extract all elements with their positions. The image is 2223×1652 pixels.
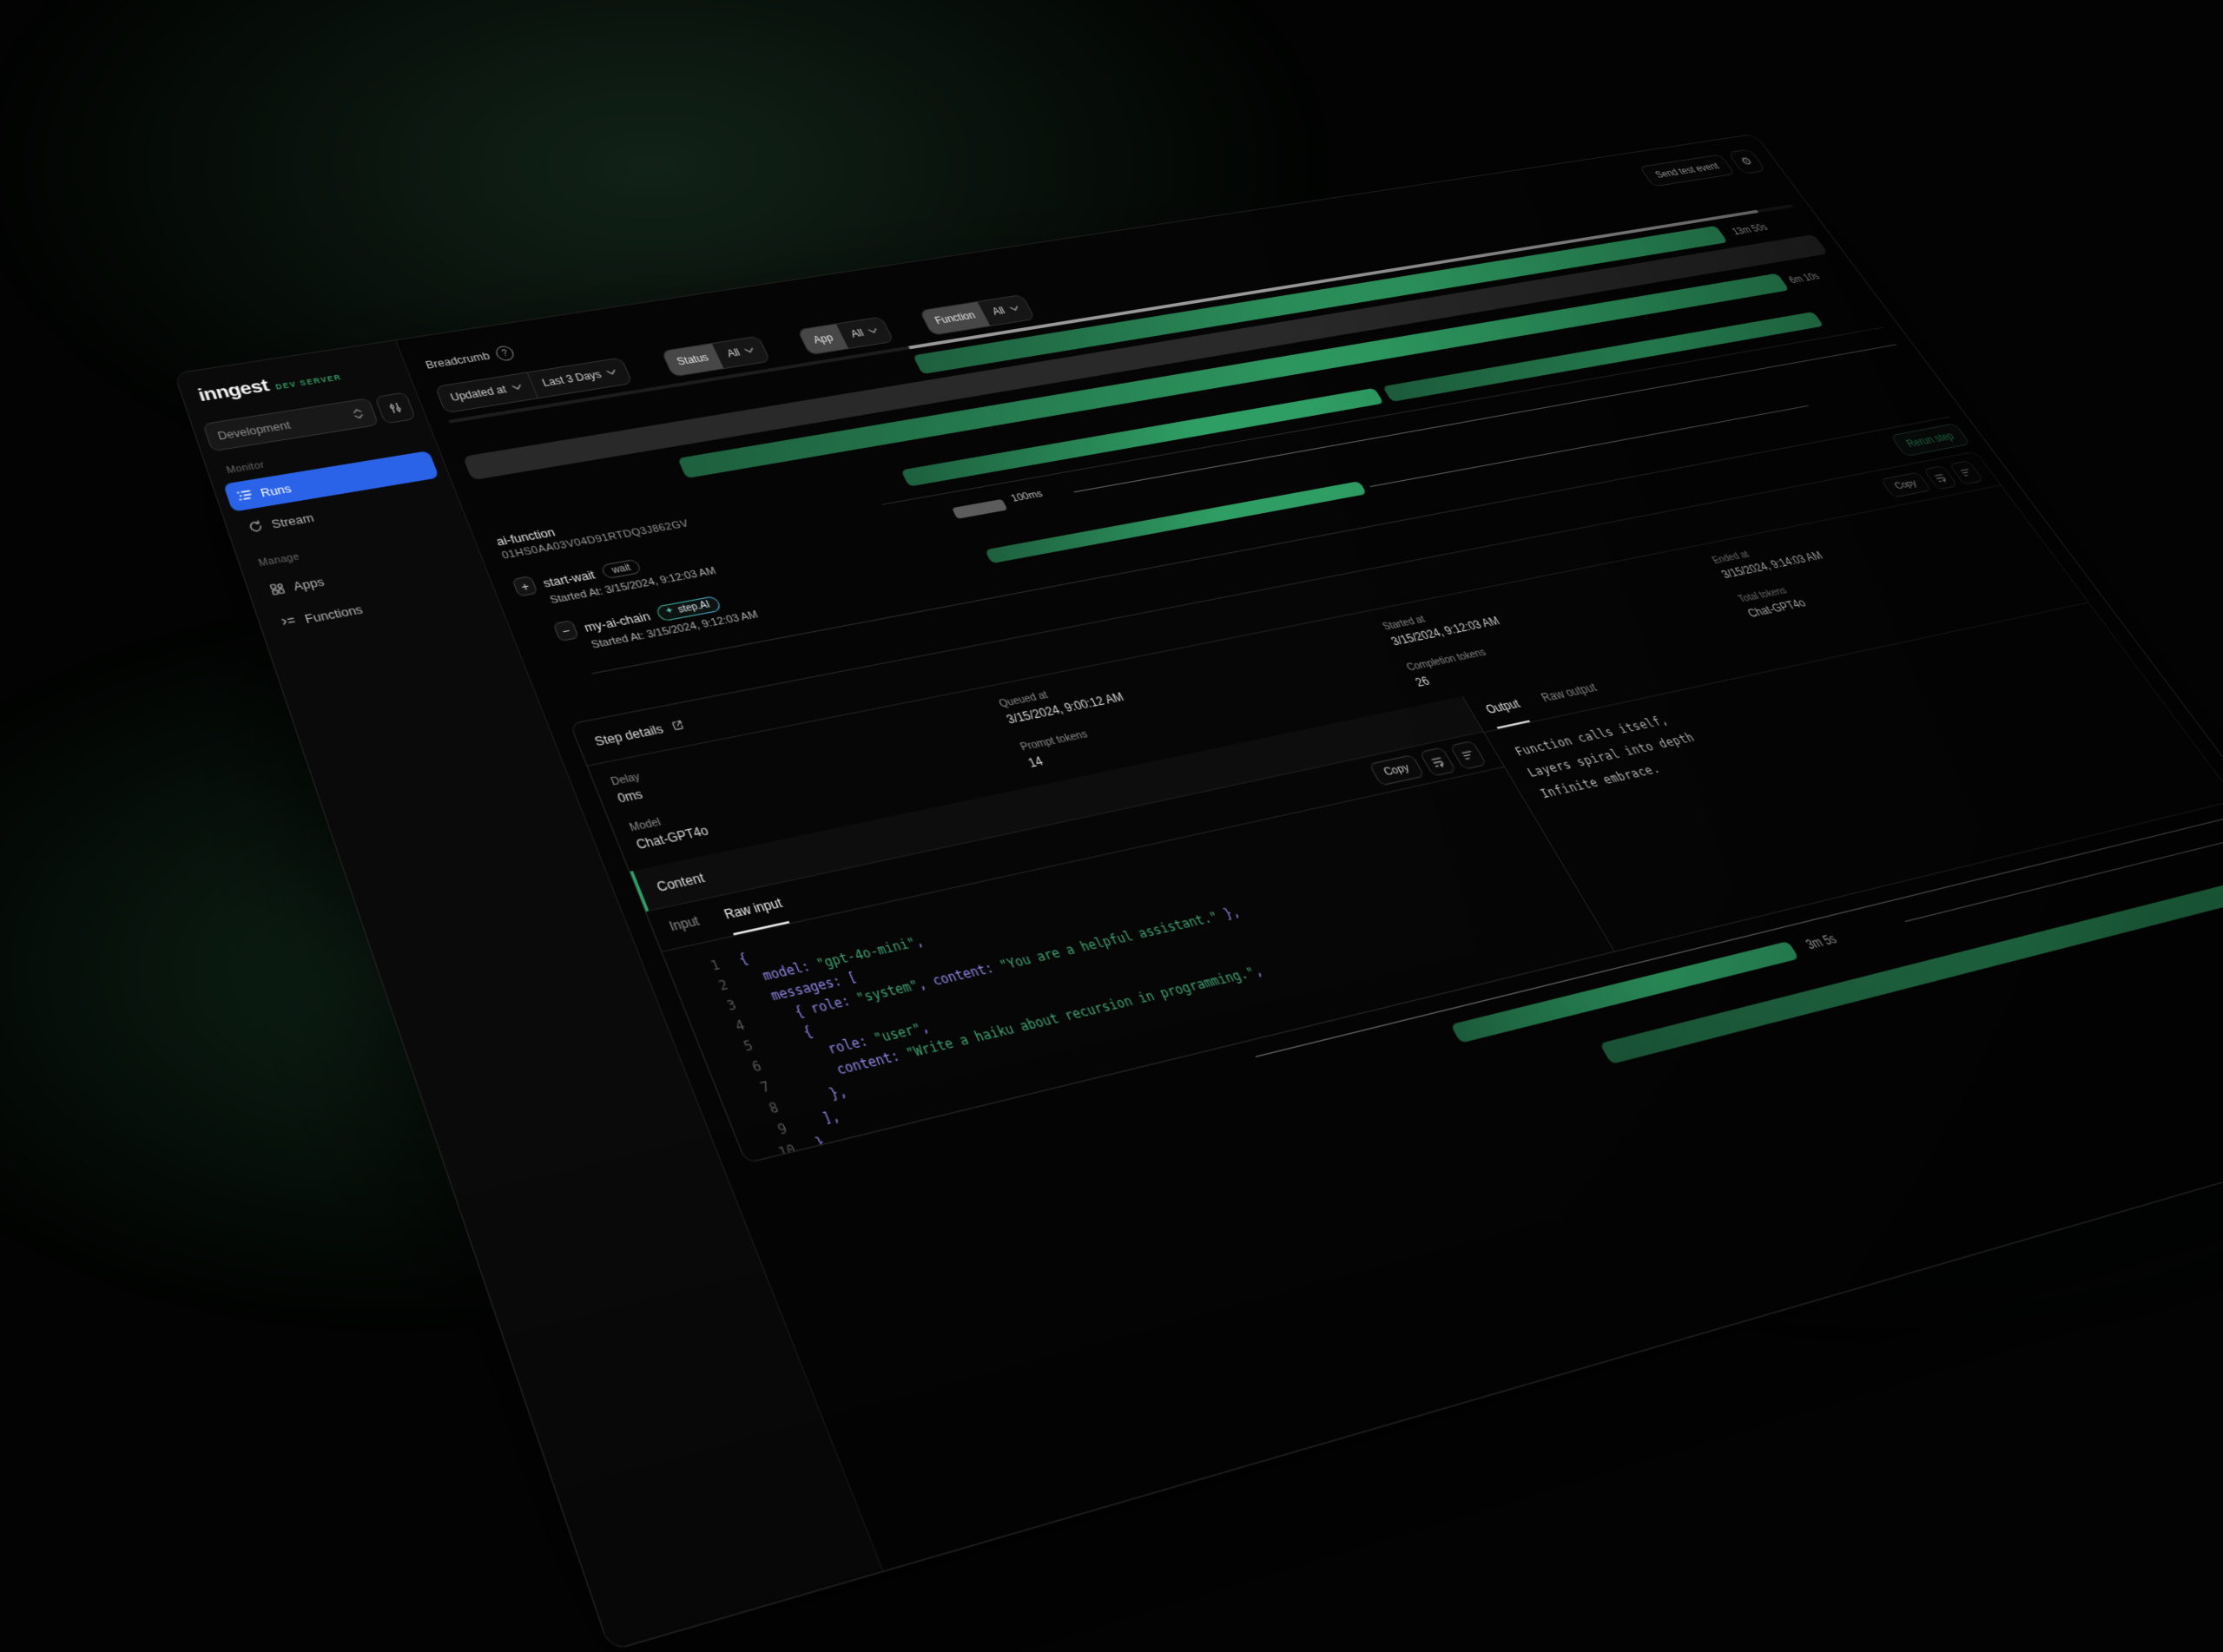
wrap-text-icon [1428, 754, 1447, 769]
function-filter-value: All [990, 305, 1006, 317]
apps-grid-icon [268, 582, 287, 596]
step-name: start-wait [541, 567, 597, 589]
bottom-step-duration-label: 3m 5s [1803, 931, 1839, 952]
wrap-input-button[interactable] [1419, 747, 1457, 776]
send-test-event-button[interactable]: Send test event [1639, 155, 1736, 188]
step-ai-badge-label: step.AI [676, 599, 712, 615]
wait-duration-bar[interactable] [952, 499, 1008, 519]
breadcrumb-label: Breadcrumb [424, 350, 491, 371]
breadcrumb: Breadcrumb ? [423, 345, 516, 372]
tab-output[interactable]: Output [1477, 687, 1530, 729]
sidebar-item-functions-label: Functions [302, 602, 364, 625]
stream-refresh-icon [247, 519, 265, 534]
chevron-down-icon [867, 328, 879, 334]
runs-icon [235, 488, 254, 503]
updated-at-label: Updated at [449, 384, 508, 404]
app-filter-value: All [848, 327, 866, 340]
align-left-icon [1958, 466, 1976, 478]
gear-icon: ⚙ [1738, 155, 1756, 168]
app-window-scene: inngest DEV SERVER Development [174, 134, 2223, 1649]
run-duration-label-1: 13m 50s [1730, 222, 1770, 237]
chevron-down-icon [511, 385, 523, 391]
sidebar-filter-button[interactable] [374, 392, 416, 424]
tab-input[interactable]: Input [663, 902, 707, 947]
content-label: Content [654, 870, 707, 895]
run-duration-label-2: 6m 10s [1786, 271, 1822, 286]
wait-duration-label: 100ms [1009, 489, 1045, 504]
chevron-down-icon [744, 347, 755, 353]
step-details-title: Step details [592, 721, 665, 749]
expand-step-button[interactable]: + [511, 576, 538, 596]
collapse-step-button[interactable]: − [552, 620, 579, 642]
chevron-down-icon [1009, 306, 1019, 312]
status-filter-value: All [725, 346, 742, 359]
chevron-down-icon [606, 369, 617, 375]
functions-list-icon [280, 614, 299, 629]
sidebar-item-stream-label: Stream [269, 510, 315, 530]
dev-server-badge: DEV SERVER [274, 372, 343, 391]
wrap-text-icon [1932, 471, 1949, 484]
copy-details-button[interactable]: Copy [1880, 471, 1931, 497]
help-circle-icon[interactable]: ? [494, 345, 517, 361]
dev-server-window: inngest DEV SERVER Development [174, 134, 2223, 1652]
wait-badge: wait [600, 559, 643, 580]
line-number: 11 [768, 1160, 808, 1164]
sparkle-icon: ✦ [663, 607, 676, 617]
copy-input-button[interactable]: Copy [1368, 754, 1425, 787]
sliders-icon [386, 400, 405, 415]
inngest-logo: inngest [195, 376, 272, 406]
sidebar-item-apps-label: Apps [291, 574, 326, 593]
external-link-icon[interactable] [669, 718, 687, 733]
time-range-value: Last 3 Days [540, 368, 603, 389]
align-left-icon [1459, 747, 1477, 761]
environment-select[interactable]: Development [202, 398, 379, 451]
format-input-button[interactable] [1449, 740, 1487, 769]
sidebar-item-runs-label: Runs [259, 481, 294, 499]
updown-chevron-icon [351, 408, 366, 420]
environment-select-value: Development [216, 418, 293, 442]
